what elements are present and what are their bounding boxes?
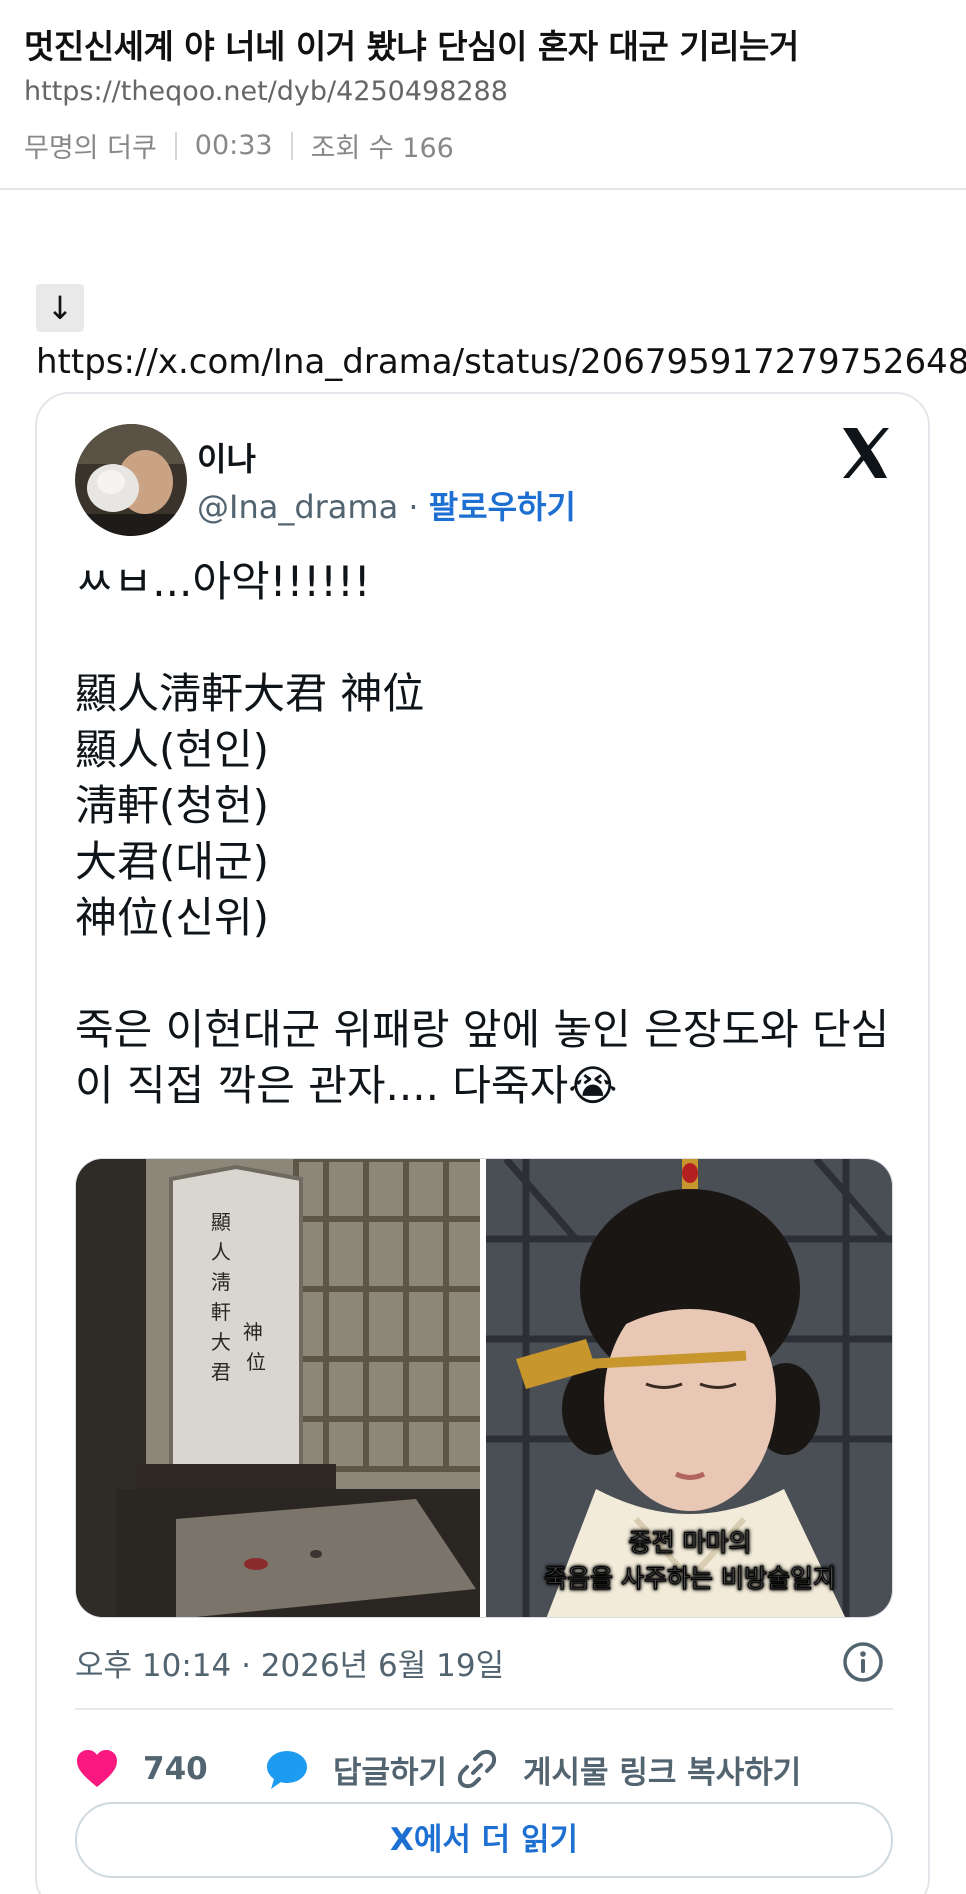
tweet-line: 顯人淸軒大君 神位	[75, 669, 425, 718]
post-title: 멋진신세계 야 너네 이거 봤냐 단심이 혼자 대군 기리는거	[24, 27, 799, 66]
tweet-line: 顯人(현인)	[75, 725, 270, 774]
meta-divider	[174, 131, 177, 160]
heart-icon	[77, 1750, 117, 1787]
tweet-line: ㅆㅂ...아악!!!!!!	[75, 557, 371, 606]
post-meta: 무명의 더쿠 00:33 조회 수 166	[24, 126, 454, 165]
tablet-char: 大	[211, 1330, 231, 1354]
video-subtitle-line1: 중전 마마의	[629, 1528, 752, 1557]
tweet-line: 大君(대군)	[75, 837, 270, 886]
reply-bubble-icon	[267, 1751, 307, 1789]
tweet-image-tablet[interactable]: 顯 人 淸 軒 大 君 神 位	[76, 1159, 489, 1617]
tablet-char: 淸	[211, 1270, 231, 1294]
read-more-on-x-button[interactable]: X에서 더 읽기	[75, 1802, 893, 1878]
post-views: 조회 수 166	[310, 133, 454, 164]
tweet-embed-card: 이나 @Ina_drama · 팔로우하기 ㅆㅂ...아악!!!!!! 顯人淸軒…	[35, 392, 930, 1894]
tweet-image-queen[interactable]: 중전 마마의 죽음을 사주하는 비방술일지	[486, 1159, 892, 1617]
link-icon	[457, 1749, 497, 1789]
reply-button[interactable]: 답글하기	[265, 1734, 447, 1804]
author-handle-row: @Ina_drama · 팔로우하기	[197, 482, 576, 528]
author-handle[interactable]: @Ina_drama	[197, 488, 398, 526]
follow-button[interactable]: 팔로우하기	[429, 488, 576, 526]
tablet-char: 君	[211, 1360, 231, 1384]
tablet-char: 位	[246, 1350, 266, 1374]
tablet-char: 人	[211, 1240, 231, 1264]
reply-label: 답글하기	[333, 1754, 448, 1791]
copy-link-button[interactable]: 게시물 링크 복사하기	[455, 1734, 801, 1804]
handle-separator: ·	[408, 488, 419, 526]
post-header: 멋진신세계 야 너네 이거 봤냐 단심이 혼자 대군 기리는거 https://…	[0, 0, 966, 190]
copy-link-label: 게시물 링크 복사하기	[523, 1754, 802, 1791]
tweet-timestamp[interactable]: 오후 10:14 · 2026년 6월 19일	[75, 1640, 504, 1685]
tablet-char: 神	[243, 1320, 263, 1344]
divider	[75, 1708, 893, 1710]
post-url[interactable]: https://theqoo.net/dyb/4250498288	[24, 76, 508, 107]
tweet-media-grid: 顯 人 淸 軒 大 君 神 位 중전 마마의 죽음을 사주하는 비방술일지	[75, 1158, 893, 1618]
tweet-line: 神位(신위)	[75, 893, 270, 942]
arrow-down-icon: ↓	[36, 284, 84, 332]
tweet-line: 죽은 이현대군 위패랑 앞에 놓인 은장도와 단심이 직접 깍은 관자.... …	[75, 1005, 890, 1110]
like-count: 740	[143, 1751, 208, 1787]
like-button[interactable]: 740	[75, 1734, 208, 1804]
video-subtitle-line2: 죽음을 사주하는 비방술일지	[544, 1564, 836, 1593]
author-name[interactable]: 이나	[197, 434, 256, 480]
tweet-line: 淸軒(청헌)	[75, 781, 270, 830]
tablet-char: 顯	[211, 1210, 231, 1234]
info-icon[interactable]	[841, 1640, 885, 1684]
tweet-text: ㅆㅂ...아악!!!!!! 顯人淸軒大君 神位 顯人(현인) 淸軒(청헌) 大君…	[75, 554, 895, 1114]
meta-divider	[290, 131, 293, 160]
tablet-char: 軒	[211, 1300, 231, 1324]
post-author: 무명의 더쿠	[24, 133, 157, 164]
post-time: 00:33	[194, 130, 273, 161]
x-logo-icon[interactable]	[837, 424, 895, 482]
avatar[interactable]	[75, 424, 187, 536]
tweet-actions: 740 답글하기 게시물 링크 복사하기	[75, 1734, 893, 1804]
